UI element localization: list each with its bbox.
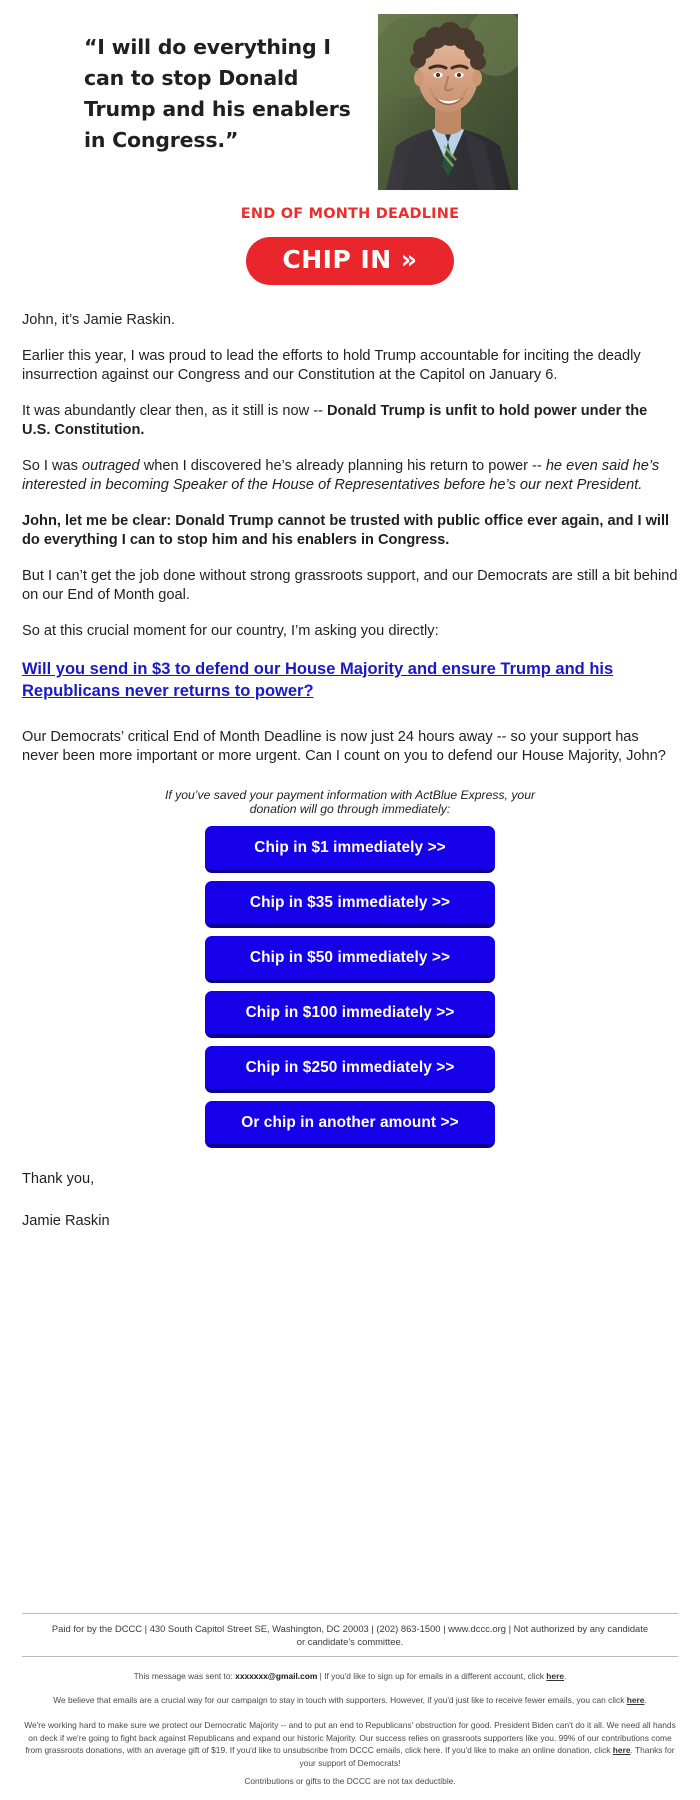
cta-container: CHIP IN » [0, 237, 700, 285]
donation-ask-link[interactable]: Will you send in $3 to defend our House … [22, 658, 678, 702]
donate-button-other[interactable]: Or chip in another amount >> [205, 1101, 495, 1148]
signup-different-account-link[interactable]: here [546, 1671, 564, 1681]
p3-text-a: So I was [22, 458, 83, 474]
donate-button-1[interactable]: Chip in $1 immediately >> [205, 826, 495, 873]
letter-greeting: John, it’s Jamie Raskin. [22, 312, 176, 328]
letter-paragraph-3: So I was outraged when I discovered he’s… [22, 457, 678, 495]
donate-button-50[interactable]: Chip in $50 immediately >> [205, 936, 495, 983]
letter-paragraph-5: But I can’t get the job done without str… [22, 568, 678, 603]
p4-bold-text: John, let me be clear: Donald Trump cann… [22, 513, 670, 548]
actblue-express-note: If you’ve saved your payment information… [164, 788, 536, 816]
letter-paragraph-7: Our Democrats’ critical End of Month Dea… [22, 729, 666, 764]
signoff-thank-you: Thank you, [22, 1171, 95, 1187]
footer-fine-print: This message was sent to: xxxxxxx@gmail.… [24, 1657, 676, 1788]
footer-fewer-emails-line: We believe that emails are a crucial way… [40, 1694, 660, 1707]
fewer-emails-period: . [644, 1695, 647, 1706]
footer-tax-note: Contributions or gifts to the DCCC are n… [244, 1776, 456, 1787]
fewer-emails-link[interactable]: here [627, 1695, 645, 1705]
letter-body-continued: Our Democrats’ critical End of Month Dea… [22, 728, 678, 766]
signoff-name: Jamie Raskin [22, 1213, 110, 1229]
donate-button-100[interactable]: Chip in $100 immediately >> [205, 991, 495, 1038]
chip-in-button[interactable]: CHIP IN » [246, 237, 454, 285]
sent-to-prefix: This message was sent to: [133, 1670, 236, 1681]
p2-lead-text: It was abundantly clear then, as it stil… [22, 403, 327, 419]
sent-to-suffix: | If you'd like to sign up for emails in… [317, 1670, 547, 1681]
long-disclaimer-period: . [630, 1745, 633, 1756]
p3-italic-outraged: outraged [82, 458, 140, 474]
long-disclaimer-text: We're working hard to make sure we prote… [24, 1720, 676, 1756]
fewer-emails-text: We believe that emails are a crucial way… [53, 1695, 627, 1706]
p3-text-b: when I discovered he’s already planning … [139, 458, 546, 474]
paid-for-disclaimer: Paid for by the DCCC | 430 South Capitol… [22, 1612, 678, 1657]
donate-button-35[interactable]: Chip in $35 immediately >> [205, 881, 495, 928]
footer-sent-to-line: This message was sent to: xxxxxxx@gmail.… [40, 1670, 660, 1683]
letter-paragraph-2: It was abundantly clear then, as it stil… [22, 402, 678, 440]
email-footer: Paid for by the DCCC | 430 South Capitol… [0, 1612, 700, 1800]
letter-paragraph-4: John, let me be clear: Donald Trump cann… [22, 512, 678, 550]
letter-body: John, it’s Jamie Raskin. Earlier this ye… [22, 311, 678, 641]
donate-button-250[interactable]: Chip in $250 immediately >> [205, 1046, 495, 1093]
hero-quote: “I will do everything I can to stop Dona… [84, 35, 351, 152]
letter-paragraph-6: So at this crucial moment for our countr… [22, 623, 439, 639]
hero-section: “I will do everything I can to stop Dona… [0, 0, 700, 200]
donation-button-stack: Chip in $1 immediately >> Chip in $35 im… [205, 826, 495, 1148]
jamie-raskin-portrait [378, 14, 518, 190]
online-donation-link[interactable]: here [613, 1745, 631, 1755]
end-of-month-deadline-banner: END OF MONTH DEADLINE [240, 206, 460, 222]
letter-signoff: Thank you, Jamie Raskin [22, 1170, 678, 1231]
recipient-email: xxxxxxx@gmail.com [235, 1670, 318, 1681]
footer-long-disclaimer: We're working hard to make sure we prote… [22, 1719, 678, 1769]
letter-paragraph-1: Earlier this year, I was proud to lead t… [22, 348, 641, 383]
sent-to-period: . [564, 1670, 567, 1681]
